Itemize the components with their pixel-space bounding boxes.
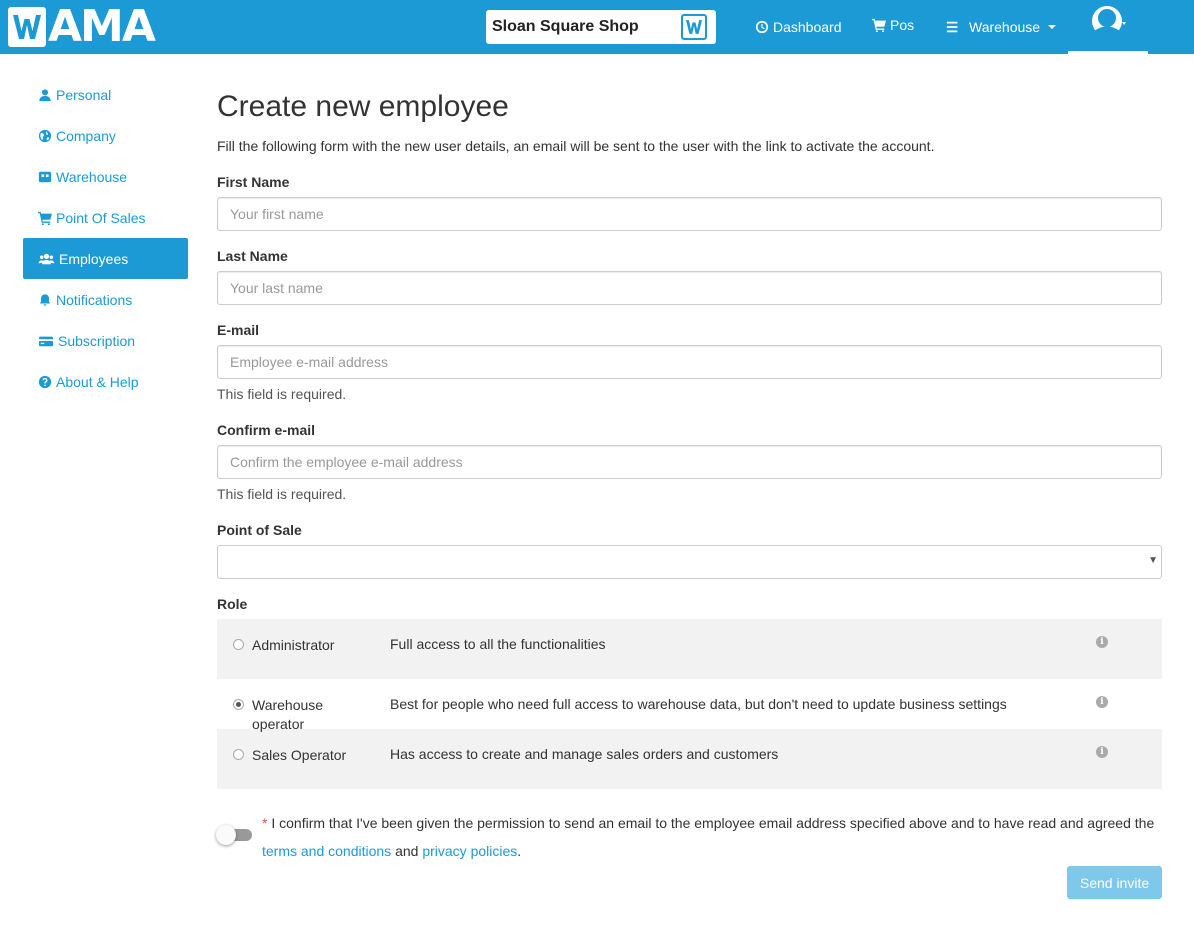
role-radio-cell: Sales Operator bbox=[217, 729, 389, 765]
nav-warehouse-label: Warehouse bbox=[969, 19, 1041, 35]
dropdown-arrow-icon: ▼ bbox=[1148, 555, 1158, 566]
sidebar-item-notifications[interactable]: Notifications bbox=[23, 279, 188, 320]
shop-logo-icon bbox=[681, 14, 707, 40]
consent-statement: I confirm that I've been given the permi… bbox=[267, 815, 1155, 831]
user-icon bbox=[39, 88, 51, 101]
nav-dashboard-label: Dashboard bbox=[773, 19, 842, 35]
menu-icon bbox=[946, 21, 958, 33]
shop-selector[interactable]: Sloan Square Shop bbox=[486, 10, 716, 44]
sidebar-item-label: Notifications bbox=[56, 291, 133, 308]
logo-w-mark bbox=[8, 7, 46, 47]
role-radio-cell: Administrator bbox=[217, 619, 389, 655]
role-name: Administrator bbox=[252, 637, 335, 653]
role-info-cell: i bbox=[1094, 679, 1162, 708]
email-error-message: This field is required. bbox=[217, 386, 347, 402]
nav-pos-label: Pos bbox=[890, 17, 915, 33]
logo-text: AMA bbox=[48, 1, 156, 52]
info-icon[interactable]: i bbox=[1096, 696, 1108, 708]
sidebar-item-label: Point Of Sales bbox=[56, 209, 146, 226]
form-intro: Fill the following form with the new use… bbox=[217, 138, 935, 154]
sidebar-item-personal[interactable]: Personal bbox=[23, 74, 188, 115]
role-radio[interactable] bbox=[233, 699, 244, 710]
user-menu-dropdown[interactable] bbox=[1068, 0, 1148, 54]
settings-sidebar: Personal Company Warehouse Point Of Sale… bbox=[23, 74, 188, 402]
consent-text: * I confirm that I've been given the per… bbox=[253, 809, 1162, 865]
credit-card-icon bbox=[39, 336, 53, 346]
chevron-down-icon bbox=[1048, 25, 1057, 29]
users-icon bbox=[38, 253, 55, 264]
first-name-label: First Name bbox=[217, 174, 290, 190]
privacy-link[interactable]: privacy policies bbox=[422, 843, 517, 859]
page-title: Create new employee bbox=[217, 90, 509, 123]
last-name-label: Last Name bbox=[217, 248, 288, 264]
consent-end: . bbox=[517, 843, 522, 859]
role-option-sales-operator[interactable]: Sales Operator Has access to create and … bbox=[217, 729, 1162, 789]
role-name: Sales Operator bbox=[252, 747, 347, 763]
sidebar-item-label: Subscription bbox=[58, 332, 136, 349]
email-input[interactable] bbox=[217, 345, 1162, 379]
sidebar-item-label: Company bbox=[56, 127, 116, 144]
sidebar-item-subscription[interactable]: Subscription bbox=[23, 320, 188, 361]
first-name-input[interactable] bbox=[217, 197, 1162, 231]
role-description: Has access to create and manage sales or… bbox=[390, 746, 779, 762]
top-navbar: AMA Sloan Square Shop Dashboard Pos Ware… bbox=[0, 0, 1194, 54]
role-description: Full access to all the functionalities bbox=[390, 636, 606, 652]
sidebar-item-warehouse[interactable]: Warehouse bbox=[23, 156, 188, 197]
role-option-administrator[interactable]: Administrator Full access to all the fun… bbox=[217, 619, 1162, 679]
role-option-warehouse-operator[interactable]: Warehouse operator Best for people who n… bbox=[217, 679, 1162, 732]
consent-toggle[interactable] bbox=[216, 825, 252, 845]
consent-row: * I confirm that I've been given the per… bbox=[216, 813, 1162, 869]
role-info-cell: i bbox=[1094, 729, 1162, 758]
point-of-sale-select[interactable]: ▼ bbox=[217, 545, 1162, 579]
consent-and: and bbox=[391, 843, 423, 859]
cart-icon bbox=[872, 18, 886, 32]
role-options: Administrator Full access to all the fun… bbox=[217, 619, 1162, 789]
sidebar-item-about-help[interactable]: About & Help bbox=[23, 361, 188, 402]
terms-link[interactable]: terms and conditions bbox=[262, 843, 391, 859]
role-radio[interactable] bbox=[233, 639, 244, 650]
info-icon[interactable]: i bbox=[1096, 746, 1108, 758]
info-icon[interactable]: i bbox=[1096, 636, 1108, 648]
email-label: E-mail bbox=[217, 322, 260, 338]
warehouse-icon bbox=[38, 171, 52, 182]
wama-logo[interactable]: AMA bbox=[8, 1, 156, 52]
sidebar-item-company[interactable]: Company bbox=[23, 115, 188, 156]
sidebar-item-label: Personal bbox=[56, 86, 112, 103]
point-of-sale-label: Point of Sale bbox=[217, 522, 302, 538]
role-info-cell: i bbox=[1094, 619, 1162, 648]
nav-pos[interactable]: Pos bbox=[872, 0, 914, 52]
create-employee-form: Create new employee Fill the following f… bbox=[216, 90, 1162, 869]
send-invite-button[interactable]: Send invite bbox=[1067, 866, 1162, 899]
question-icon bbox=[38, 375, 52, 388]
confirm-email-input[interactable] bbox=[217, 445, 1162, 479]
user-avatar-icon bbox=[1092, 6, 1126, 36]
sidebar-item-employees[interactable]: Employees bbox=[23, 238, 188, 279]
sidebar-item-label: Warehouse bbox=[56, 168, 128, 185]
confirm-email-label: Confirm e-mail bbox=[217, 422, 316, 438]
role-radio-cell: Warehouse operator bbox=[217, 679, 389, 734]
nav-warehouse-dropdown[interactable]: Warehouse bbox=[946, 0, 1057, 54]
sidebar-item-label: Employees bbox=[59, 250, 129, 267]
cart-icon bbox=[38, 211, 52, 225]
shop-name: Sloan Square Shop bbox=[492, 18, 639, 35]
nav-dashboard[interactable]: Dashboard bbox=[755, 0, 842, 54]
role-label: Role bbox=[217, 596, 248, 612]
dashboard-icon bbox=[755, 20, 769, 34]
role-description: Best for people who need full access to … bbox=[390, 696, 1007, 712]
last-name-input[interactable] bbox=[217, 271, 1162, 305]
bell-icon bbox=[39, 293, 51, 306]
confirm-email-error-message: This field is required. bbox=[217, 486, 347, 502]
toggle-knob bbox=[216, 825, 236, 845]
sidebar-item-label: About & Help bbox=[56, 373, 139, 390]
role-radio[interactable] bbox=[233, 749, 244, 760]
globe-icon bbox=[38, 129, 52, 142]
sidebar-item-point-of-sales[interactable]: Point Of Sales bbox=[23, 197, 188, 238]
